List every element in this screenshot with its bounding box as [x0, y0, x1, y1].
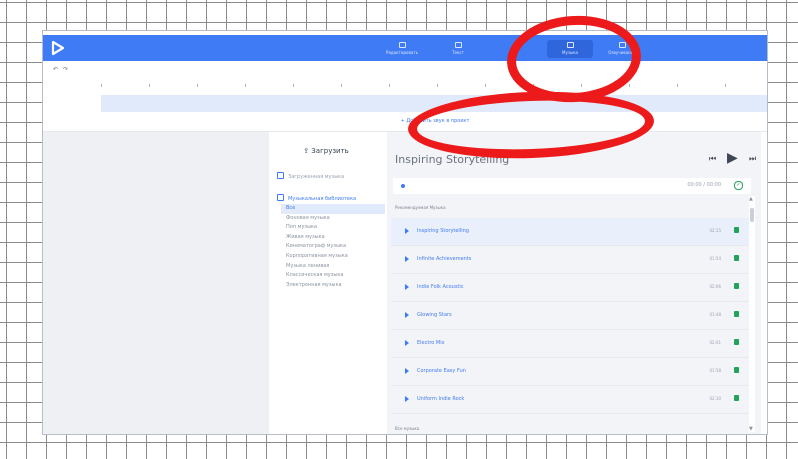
add-track-icon[interactable] — [734, 283, 739, 289]
track-name: Glowing Stars — [417, 312, 452, 318]
genre-item-all[interactable]: Все — [281, 204, 385, 214]
text-icon — [454, 42, 462, 48]
genre-item-lazy[interactable]: Музыка ленивая — [281, 262, 385, 272]
ruler-tick — [725, 84, 726, 87]
edit-icon — [398, 42, 406, 48]
play-track-icon[interactable] — [405, 284, 409, 290]
library-icon — [277, 194, 284, 201]
upload-label: Загрузить — [311, 147, 349, 155]
genre-item-live[interactable]: Живая музыка — [281, 233, 385, 243]
tracklist-scrollbar[interactable]: ▲ ▼ — [749, 196, 755, 432]
progress-handle[interactable] — [401, 184, 405, 188]
ruler-tick — [101, 84, 102, 87]
track-name: Infinite Achievements — [417, 256, 472, 262]
play-track-icon[interactable] — [405, 256, 409, 262]
add-track-icon[interactable] — [734, 255, 739, 261]
play-track-icon[interactable] — [405, 396, 409, 402]
track-duration: 01:48 — [709, 312, 721, 317]
nav-text-label: Текст — [452, 50, 464, 55]
track-duration: 02:10 — [709, 396, 721, 401]
previous-track-icon[interactable]: ⏮ — [709, 154, 716, 164]
play-icon[interactable]: ▶ — [727, 150, 738, 166]
genre-item-corporate[interactable]: Корпоративная музыка — [281, 252, 385, 262]
track-row[interactable]: Electro Mix 02:01 — [391, 330, 749, 358]
track-duration: 02:06 — [709, 284, 721, 289]
track-duration: 02:01 — [709, 340, 721, 345]
check-icon[interactable]: ✓ — [734, 181, 743, 190]
add-track-icon[interactable] — [734, 339, 739, 345]
nav-edit[interactable]: Редактировать — [379, 40, 425, 58]
genre-list: Все Фоновая музыка Поп музыка Живая музы… — [281, 204, 385, 290]
undo-icon[interactable]: ↶ — [53, 66, 58, 73]
ruler-tick — [245, 84, 246, 87]
genre-item-classical[interactable]: Классическая музыка — [281, 271, 385, 281]
play-triangle-icon[interactable] — [51, 40, 65, 56]
upload-button[interactable]: ⇪ Загрузить — [291, 144, 361, 158]
music-source-menu: ⇪ Загрузить Загруженная музыка Музыкальн… — [269, 132, 385, 434]
nav-text[interactable]: Текст — [435, 40, 481, 58]
add-track-icon[interactable] — [734, 311, 739, 317]
timeline-ruler — [101, 81, 767, 91]
track-row[interactable]: Corporate Easy Fun 01:58 — [391, 358, 749, 386]
track-row[interactable]: Glowing Stars 01:48 — [391, 302, 749, 330]
folder-icon — [277, 172, 284, 179]
play-track-icon[interactable] — [405, 368, 409, 374]
track-duration: 01:58 — [709, 368, 721, 373]
track-row[interactable]: Inspiring Storytelling 02:15 — [391, 218, 749, 246]
ruler-tick — [197, 84, 198, 87]
editor-toolbar: ↶ ↷ — [43, 63, 767, 77]
track-name: Corporate Easy Fun — [417, 368, 466, 374]
ruler-tick — [149, 84, 150, 87]
preview-pane — [43, 132, 269, 434]
ruler-tick — [293, 84, 294, 87]
ruler-tick — [437, 84, 438, 87]
upload-icon: ⇪ — [303, 147, 310, 155]
redo-icon[interactable]: ↷ — [63, 66, 68, 73]
playback-progress[interactable]: 00:00 / 00:00 ✓ — [393, 178, 751, 194]
play-track-icon[interactable] — [405, 228, 409, 234]
track-name: Electro Mix — [417, 340, 445, 346]
track-row[interactable]: Indie Folk Acoustic 02:06 — [391, 274, 749, 302]
track-list: Inspiring Storytelling 02:15 Infinite Ac… — [391, 218, 749, 414]
source-uploaded-music[interactable]: Загруженная музыка — [277, 172, 344, 180]
nav-edit-label: Редактировать — [386, 50, 418, 55]
genre-item-electronic[interactable]: Электронная музыка — [281, 281, 385, 291]
section-label-recommended: Рекомендуемая Музыка — [395, 205, 446, 210]
play-track-icon[interactable] — [405, 340, 409, 346]
track-name: Uniform Indie Rock — [417, 396, 465, 402]
section-label-all: Все музыка — [395, 426, 420, 431]
track-row[interactable]: Infinite Achievements 01:54 — [391, 246, 749, 274]
scroll-up-icon[interactable]: ▲ — [749, 196, 753, 202]
track-name: Indie Folk Acoustic — [417, 284, 464, 290]
add-track-icon[interactable] — [734, 395, 739, 401]
ruler-tick — [389, 84, 390, 87]
playback-time: 00:00 / 00:00 — [687, 182, 721, 188]
source-uploaded-label: Загруженная музыка — [288, 174, 345, 180]
scrollbar-thumb[interactable] — [750, 208, 754, 222]
track-name: Inspiring Storytelling — [417, 228, 469, 234]
track-duration: 02:15 — [709, 228, 721, 233]
ruler-tick — [485, 84, 486, 87]
ruler-tick — [677, 84, 678, 87]
add-track-icon[interactable] — [734, 227, 739, 233]
app-window: Редактировать Текст Музыка Озвучивание ↶… — [42, 30, 768, 435]
genre-item-background[interactable]: Фоновая музыка — [281, 214, 385, 224]
source-library-label: Музыкальная библиотека — [288, 196, 357, 202]
add-track-icon[interactable] — [734, 367, 739, 373]
ruler-tick — [341, 84, 342, 87]
next-track-icon[interactable]: ⏭ — [749, 154, 756, 164]
top-navigation-bar: Редактировать Текст Музыка Озвучивание — [43, 35, 767, 61]
ruler-tick — [629, 84, 630, 87]
track-row[interactable]: Uniform Indie Rock 02:10 — [391, 386, 749, 414]
music-player-panel: Inspiring Storytelling ⏮ ▶ ⏭ 00:00 / 00:… — [387, 132, 761, 434]
genre-item-cinematic[interactable]: Кинематограф музыка — [281, 242, 385, 252]
scroll-down-icon[interactable]: ▼ — [749, 426, 753, 432]
genre-item-pop[interactable]: Поп музыка — [281, 223, 385, 233]
source-music-library[interactable]: Музыкальная библиотека — [277, 194, 356, 202]
play-track-icon[interactable] — [405, 312, 409, 318]
track-duration: 01:54 — [709, 256, 721, 261]
